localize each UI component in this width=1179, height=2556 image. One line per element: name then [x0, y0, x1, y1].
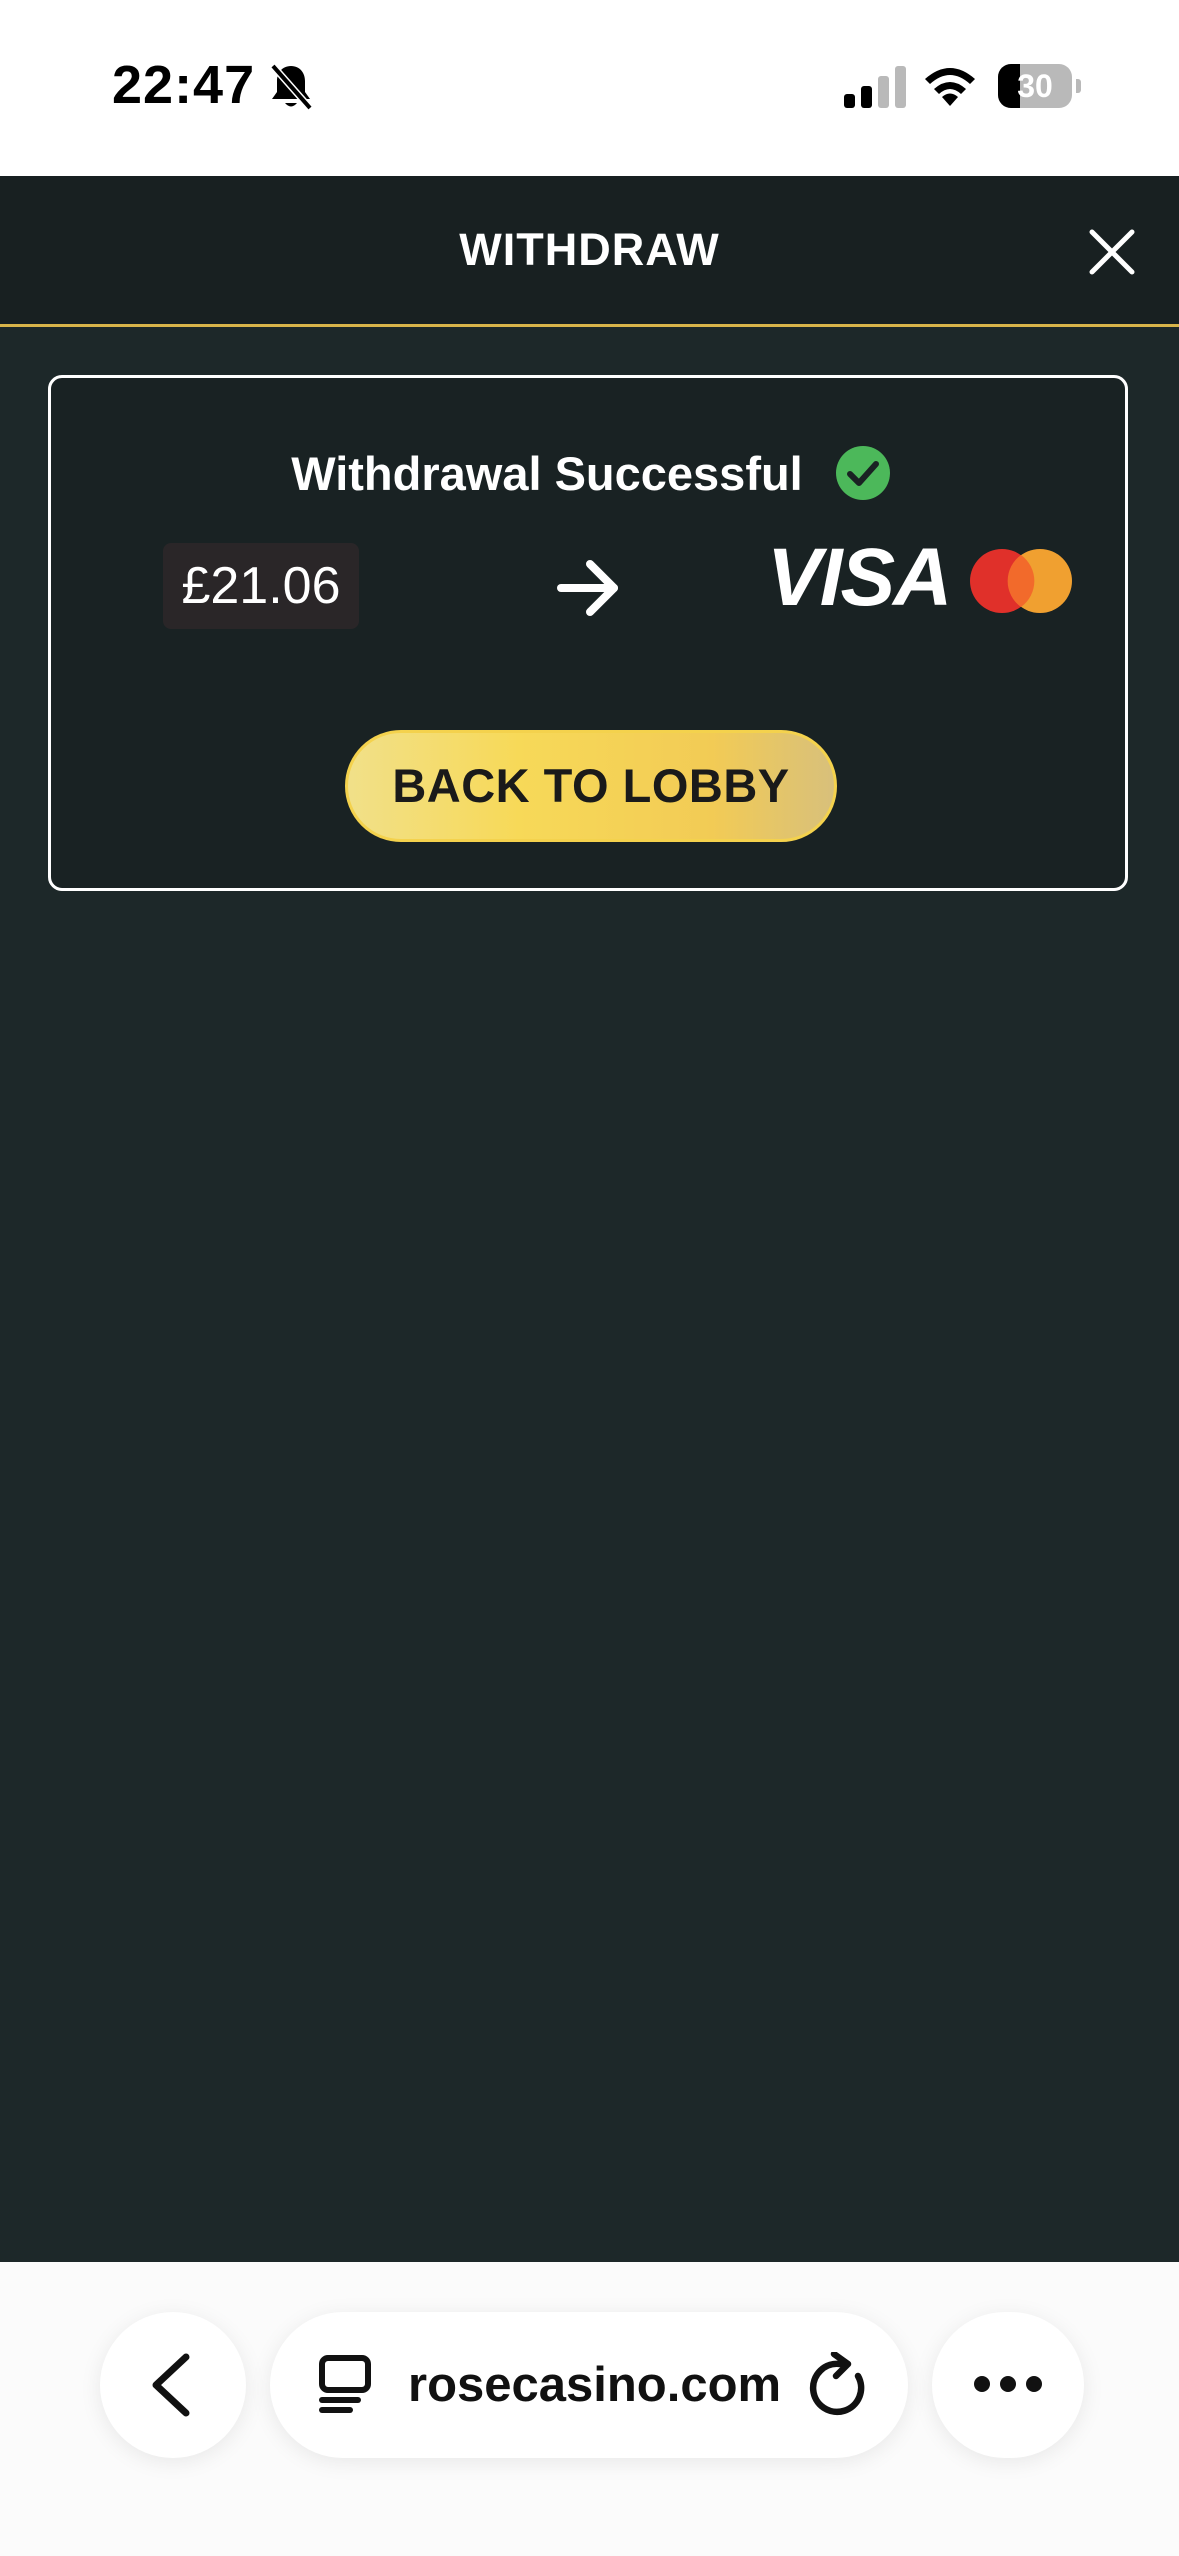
success-row: Withdrawal Successful: [51, 438, 1131, 508]
check-circle-icon: [835, 446, 890, 500]
success-title: Withdrawal Successful: [291, 446, 803, 500]
url-text: rosecasino.com: [408, 2358, 782, 2412]
chevron-left-icon: [152, 2353, 190, 2417]
withdrawal-result-card: Withdrawal Successful £21.06 VISA BACK T…: [48, 375, 1128, 891]
back-to-lobby-button[interactable]: BACK TO LOBBY: [345, 730, 837, 842]
mastercard-logo: [970, 549, 1072, 613]
battery-percent: 30: [1017, 68, 1053, 104]
arrow-right-icon: [557, 560, 618, 616]
cellular-signal-icon: [844, 66, 906, 108]
status-time: 22:47: [112, 55, 256, 115]
withdraw-header: WITHDRAW: [0, 176, 1179, 327]
tabs-icon: [319, 2355, 371, 2413]
browser-toolbar: rosecasino.com: [0, 2262, 1179, 2556]
browser-back-button[interactable]: [100, 2312, 246, 2458]
bell-slash-icon: [270, 63, 313, 111]
withdrawal-amount: £21.06: [163, 543, 359, 629]
wifi-icon: [925, 68, 975, 106]
more-options-button[interactable]: [932, 2312, 1084, 2458]
withdraw-screen: WITHDRAW Withdrawal Successful £21.06 VI…: [0, 176, 1179, 2262]
close-icon[interactable]: [1086, 226, 1138, 278]
reload-icon[interactable]: [808, 2352, 870, 2418]
more-horizontal-icon: [974, 2376, 1042, 2392]
page-title: WITHDRAW: [459, 224, 720, 275]
visa-logo: VISA: [767, 532, 952, 623]
status-bar: 22:47 30: [0, 0, 1179, 176]
address-bar[interactable]: rosecasino.com: [270, 2312, 908, 2458]
battery-icon: 30: [998, 64, 1081, 108]
